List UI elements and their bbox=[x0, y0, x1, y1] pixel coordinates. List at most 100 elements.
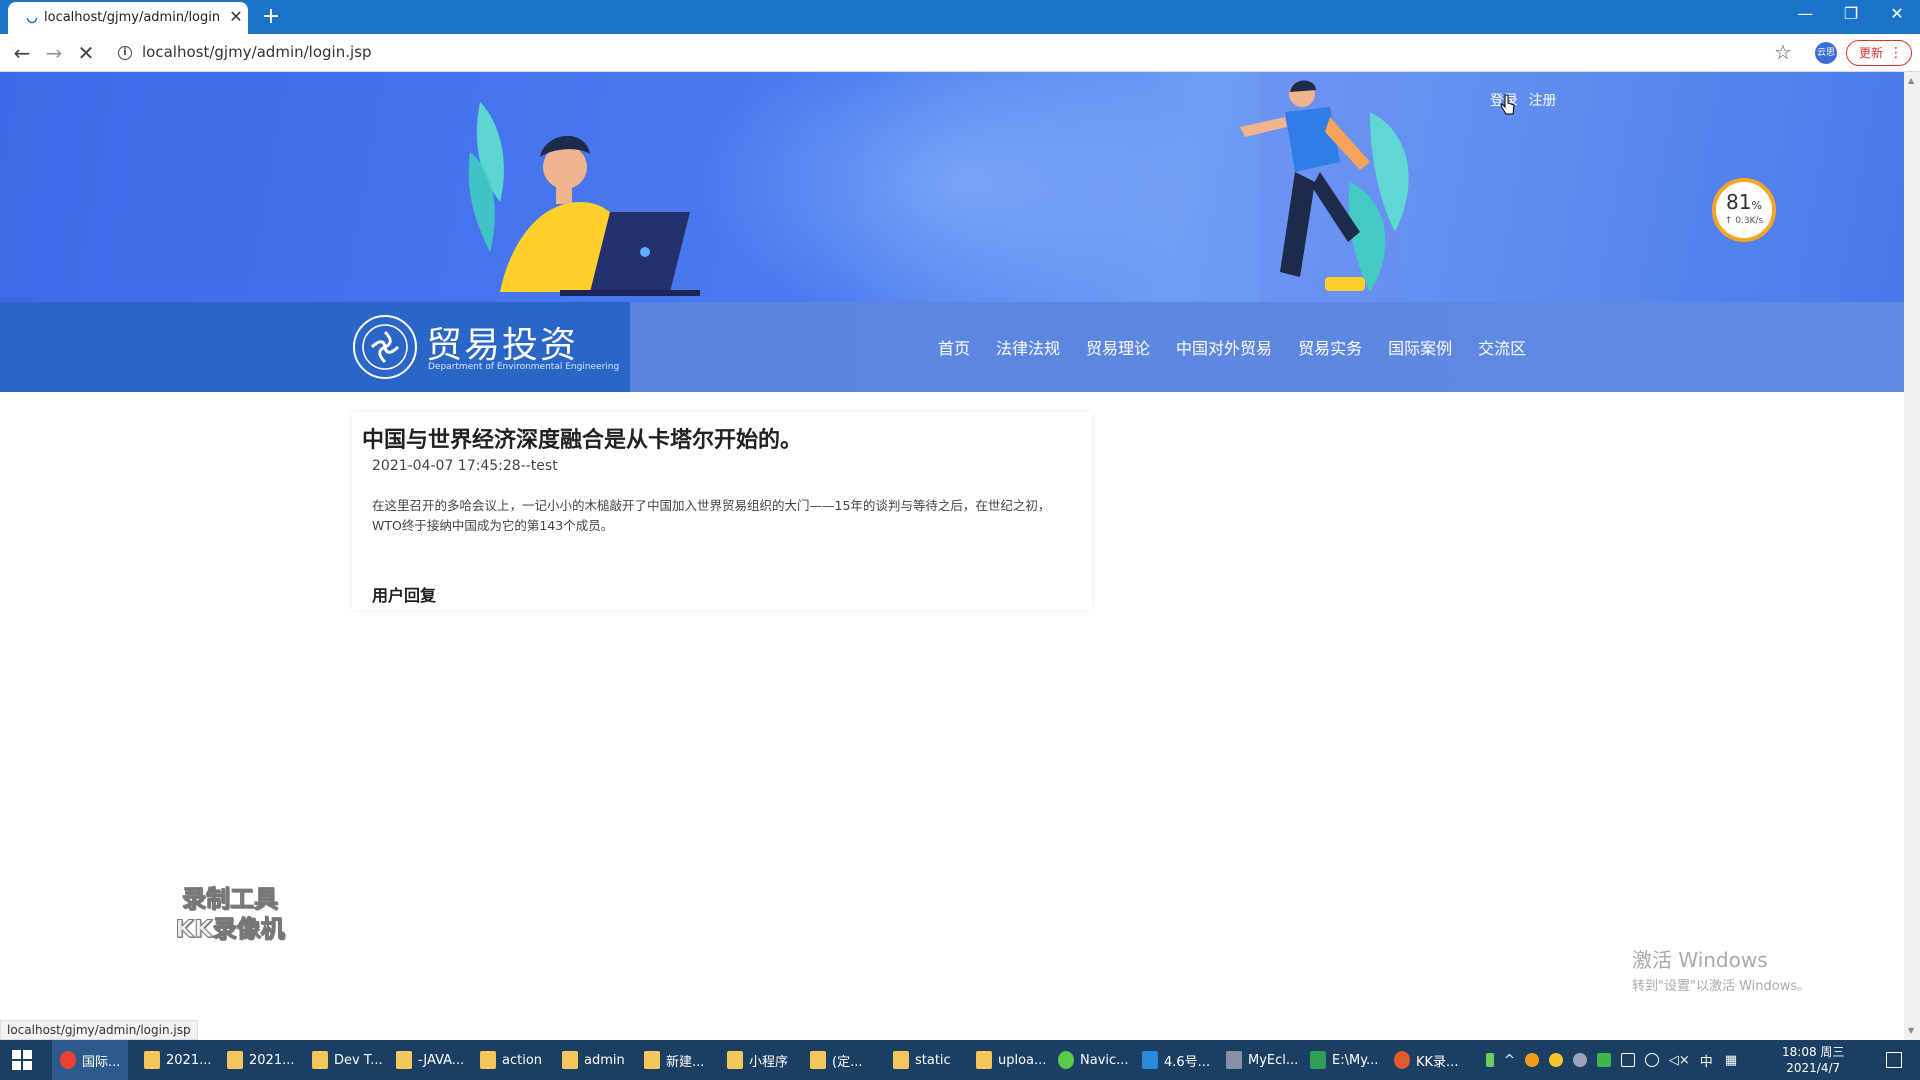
taskbar-folder-4[interactable]: -JAVA... bbox=[396, 1040, 464, 1080]
taskbar-chrome[interactable]: 国际... bbox=[52, 1040, 129, 1080]
folder-icon bbox=[144, 1051, 160, 1069]
folder-icon bbox=[976, 1051, 992, 1069]
nav-cases[interactable]: 国际案例 bbox=[1388, 335, 1452, 359]
stop-loading-icon[interactable]: ✕ bbox=[72, 39, 100, 67]
taskbar-folder-1[interactable]: 2021... bbox=[144, 1040, 211, 1080]
loading-icon bbox=[26, 12, 38, 24]
folder-icon bbox=[644, 1051, 660, 1069]
taskbar-excel[interactable]: E:\My... bbox=[1310, 1040, 1378, 1080]
chrome-icon bbox=[60, 1051, 76, 1069]
scroll-down-icon[interactable]: ▼ bbox=[1908, 1026, 1914, 1035]
taskbar-folder-10[interactable]: static bbox=[893, 1040, 951, 1080]
folder-icon bbox=[396, 1051, 412, 1069]
speed-rate: ↑ 0.3K/s bbox=[1724, 216, 1764, 226]
nav-practice[interactable]: 贸易实务 bbox=[1298, 335, 1362, 359]
activate-title: 激活 Windows bbox=[1632, 948, 1768, 972]
article-meta: 2021-04-07 17:45:28--test bbox=[372, 458, 558, 474]
taskbar-folder-5[interactable]: action bbox=[480, 1040, 542, 1080]
taskbar-folder-8[interactable]: 小程序 bbox=[727, 1040, 788, 1080]
reply-heading: 用户回复 bbox=[372, 586, 437, 605]
network-speed-widget[interactable]: 81% ↑ 0.3K/s bbox=[1712, 178, 1776, 242]
article-body: 在这里召开的多哈会议上，一记小小的木槌敲开了中国加入世界贸易组织的大门——15年… bbox=[372, 498, 1051, 533]
ime-indicator[interactable]: 中 bbox=[1700, 1051, 1713, 1070]
tray-app-icon[interactable] bbox=[1548, 1053, 1563, 1067]
folder-icon bbox=[810, 1051, 826, 1069]
status-bar-url: localhost/gjmy/admin/login.jsp bbox=[0, 1020, 198, 1040]
taskbar-folder-6[interactable]: admin bbox=[562, 1040, 625, 1080]
nav-theory[interactable]: 贸易理论 bbox=[1086, 335, 1150, 359]
tab-title: localhost/gjmy/admin/login.js bbox=[44, 10, 220, 25]
menu-dots-icon: ⋮ bbox=[1889, 45, 1903, 61]
article-title: 中国与世界经济深度融合是从卡塔尔开始的。 bbox=[362, 428, 803, 453]
folder-icon bbox=[312, 1051, 328, 1069]
browser-tab[interactable]: localhost/gjmy/admin/login.js ✕ bbox=[8, 2, 248, 34]
running-person-illustration bbox=[1240, 72, 1409, 302]
university-seal-icon bbox=[353, 315, 417, 379]
folder-icon bbox=[562, 1051, 578, 1069]
recorder-watermark: 录制工具 KK录像机 bbox=[160, 884, 300, 944]
taskbar-vscode[interactable]: 4.6号... bbox=[1142, 1040, 1210, 1080]
wifi-icon[interactable] bbox=[1644, 1053, 1659, 1067]
activate-subtitle: 转到"设置"以激活 Windows。 bbox=[1632, 979, 1811, 994]
register-link[interactable]: 注册 bbox=[1528, 93, 1556, 109]
volume-icon[interactable]: ◁× bbox=[1669, 1053, 1690, 1068]
logo-block[interactable]: 贸易投资 Department of Environmental Enginee… bbox=[0, 302, 630, 392]
taskbar-clock[interactable]: 18:08 周三 2021/4/7 bbox=[1782, 1044, 1844, 1076]
person-laptop-illustration bbox=[468, 102, 700, 296]
recorder-line2: KK录像机 bbox=[175, 915, 285, 944]
page-scrollbar[interactable]: ▲ ▼ bbox=[1904, 72, 1920, 1040]
tray-app-icon[interactable] bbox=[1596, 1053, 1611, 1067]
nav-forum[interactable]: 交流区 bbox=[1478, 335, 1526, 359]
hand-cursor-icon bbox=[1500, 94, 1515, 115]
speed-percent: 81% bbox=[1726, 190, 1762, 214]
nav-laws[interactable]: 法律法规 bbox=[996, 335, 1060, 359]
address-bar[interactable]: localhost/gjmy/admin/login.jsp bbox=[142, 43, 371, 61]
logo-subtitle: Department of Environmental Engineering bbox=[428, 362, 620, 372]
taskbar-navicat[interactable]: Navic... bbox=[1058, 1040, 1129, 1080]
tray-app-icon[interactable] bbox=[1524, 1053, 1539, 1067]
folder-icon bbox=[727, 1051, 743, 1069]
close-tab-icon[interactable]: ✕ bbox=[226, 7, 246, 27]
window-close-button[interactable]: ✕ bbox=[1874, 0, 1920, 30]
bookmark-star-icon[interactable]: ☆ bbox=[1774, 40, 1792, 64]
taskbar-folder-3[interactable]: Dev T... bbox=[312, 1040, 383, 1080]
new-tab-button[interactable]: + bbox=[258, 4, 284, 30]
spreadsheet-icon bbox=[1310, 1051, 1326, 1069]
tray-app-icon[interactable] bbox=[1572, 1053, 1587, 1067]
taskbar-myeclipse[interactable]: MyEcl... bbox=[1226, 1040, 1298, 1080]
network-icon[interactable] bbox=[1620, 1053, 1635, 1067]
nav-china-trade[interactable]: 中国对外贸易 bbox=[1176, 335, 1272, 359]
profile-avatar[interactable]: 云思 bbox=[1815, 42, 1837, 64]
taskbar-folder-7[interactable]: 新建... bbox=[644, 1040, 704, 1080]
forward-icon[interactable]: → bbox=[40, 39, 68, 67]
logo-title: 贸易投资 bbox=[426, 325, 579, 366]
site-info-icon[interactable]: i bbox=[118, 46, 132, 60]
main-navbar: 贸易投资 Department of Environmental Enginee… bbox=[0, 302, 1904, 392]
folder-icon bbox=[227, 1051, 243, 1069]
taskbar-folder-2[interactable]: 2021... bbox=[227, 1040, 294, 1080]
update-button[interactable]: 更新 ⋮ bbox=[1846, 40, 1912, 66]
minimize-button[interactable]: — bbox=[1782, 0, 1828, 30]
recorder-line1: 录制工具 bbox=[182, 885, 279, 914]
tray-expand-icon[interactable]: ^ bbox=[1504, 1053, 1515, 1068]
taskbar-kk-recorder[interactable]: KK录... bbox=[1394, 1040, 1458, 1080]
taskbar-folder-9[interactable]: (定... bbox=[810, 1040, 862, 1080]
folder-icon bbox=[480, 1051, 496, 1069]
activate-windows-notice: 激活 Windows 转到"设置"以激活 Windows。 bbox=[1632, 944, 1810, 994]
editor-icon bbox=[1142, 1051, 1158, 1069]
notification-icon[interactable] bbox=[1886, 1052, 1902, 1068]
taskbar-folder-11[interactable]: uploa... bbox=[976, 1040, 1046, 1080]
keyboard-icon[interactable]: ▦ bbox=[1725, 1053, 1737, 1068]
recorder-icon bbox=[1394, 1051, 1410, 1069]
back-icon[interactable]: ← bbox=[8, 39, 36, 67]
clock-date: 2021/4/7 bbox=[1786, 1061, 1841, 1075]
scroll-up-icon[interactable]: ▲ bbox=[1908, 76, 1914, 85]
navicat-icon bbox=[1058, 1051, 1074, 1069]
battery-icon[interactable] bbox=[1486, 1053, 1494, 1067]
banner-glow bbox=[700, 72, 1220, 302]
nav-home[interactable]: 首页 bbox=[938, 335, 970, 359]
restore-button[interactable]: ❐ bbox=[1828, 0, 1874, 30]
windows-start-icon[interactable] bbox=[12, 1050, 32, 1070]
browser-toolbar: ← → ✕ i localhost/gjmy/admin/login.jsp ☆… bbox=[0, 34, 1920, 72]
nav-links: 首页 法律法规 贸易理论 中国对外贸易 贸易实务 国际案例 交流区 bbox=[938, 302, 1552, 392]
